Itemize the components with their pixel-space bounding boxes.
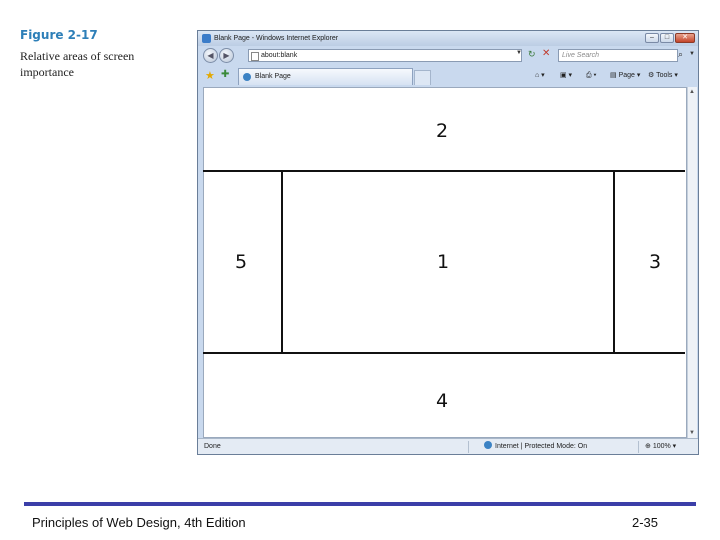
page-number: 2-35 bbox=[632, 515, 659, 530]
zone-line-right bbox=[613, 170, 615, 354]
new-tab-button[interactable] bbox=[414, 70, 431, 85]
window-title: Blank Page - Windows Internet Explorer bbox=[214, 35, 339, 42]
zoom-text: 100% bbox=[652, 443, 671, 450]
address-text: about:blank bbox=[261, 52, 298, 59]
feeds-icon[interactable]: ▣ ▾ bbox=[560, 70, 572, 81]
zone-left-number: 5 bbox=[235, 251, 248, 273]
search-icon[interactable]: ⌕ bbox=[678, 49, 683, 60]
page-menu-label: Page bbox=[618, 72, 635, 79]
scroll-up-icon[interactable]: ▲ bbox=[689, 89, 695, 95]
status-separator bbox=[638, 441, 639, 453]
status-bar: Done Internet | Protected Mode: On ⊕ 100… bbox=[198, 438, 698, 454]
zone-right-number: 3 bbox=[649, 251, 662, 273]
figure-label: Figure 2-17 bbox=[20, 28, 98, 42]
close-button[interactable]: ✕ bbox=[675, 33, 695, 43]
back-button[interactable]: ◀ bbox=[203, 48, 218, 63]
refresh-icon[interactable]: ↻ bbox=[528, 49, 536, 60]
tab-bar: ★ ✚ Blank Page ⌂ ▾ ▣ ▾ ⎙ ▾ ▤ Page ▾ ⚙ To… bbox=[198, 66, 698, 86]
forward-button[interactable]: ▶ bbox=[219, 48, 234, 63]
footer-title: Principles of Web Design, 4th Edition bbox=[32, 515, 246, 530]
page-menu[interactable]: ▤ Page ▾ bbox=[610, 70, 640, 81]
ie-logo-icon bbox=[202, 34, 211, 43]
tab-label: Blank Page bbox=[255, 73, 291, 80]
print-icon[interactable]: ⎙ ▾ bbox=[586, 70, 597, 81]
footer-rule bbox=[24, 502, 696, 506]
address-dropdown-icon[interactable]: ▼ bbox=[516, 50, 522, 56]
tab-blank-page[interactable]: Blank Page bbox=[238, 68, 413, 85]
search-dropdown-icon[interactable]: ▼ bbox=[689, 51, 695, 57]
home-icon[interactable]: ⌂ ▾ bbox=[535, 70, 545, 81]
status-separator bbox=[468, 441, 469, 453]
maximize-button[interactable]: □ bbox=[660, 33, 674, 43]
security-zone-text: Internet | Protected Mode: On bbox=[495, 443, 588, 450]
zone-bottom-number: 4 bbox=[436, 390, 449, 412]
add-favorites-icon[interactable]: ✚ bbox=[221, 69, 229, 80]
favorites-star-icon[interactable]: ★ bbox=[205, 69, 215, 82]
figure-caption: Relative areas of screen importance bbox=[20, 49, 135, 79]
page-icon bbox=[251, 52, 259, 61]
zone-line-left bbox=[281, 170, 283, 354]
zone-center-number: 1 bbox=[437, 251, 450, 273]
globe-icon bbox=[484, 441, 492, 449]
status-text: Done bbox=[204, 443, 221, 450]
tab-page-icon bbox=[243, 73, 251, 81]
address-field[interactable]: about:blank bbox=[248, 49, 522, 62]
stop-icon[interactable]: ✕ bbox=[542, 48, 550, 59]
security-zone[interactable]: Internet | Protected Mode: On bbox=[484, 439, 587, 454]
title-bar: Blank Page - Windows Internet Explorer –… bbox=[198, 31, 698, 46]
minimize-button[interactable]: – bbox=[645, 33, 659, 43]
zone-top-number: 2 bbox=[436, 120, 449, 142]
tools-menu[interactable]: ⚙ Tools ▾ bbox=[648, 70, 678, 81]
scroll-down-icon[interactable]: ▼ bbox=[689, 430, 695, 436]
tools-menu-label: Tools bbox=[656, 72, 673, 79]
vertical-scrollbar[interactable]: ▲ ▼ bbox=[687, 87, 697, 438]
address-bar-row: ◀ ▶ about:blank ▼ ↻ ✕ Live Search ⌕ ▼ bbox=[198, 46, 698, 66]
zoom-level[interactable]: ⊕ 100% ▾ bbox=[645, 439, 676, 454]
search-input[interactable]: Live Search bbox=[558, 49, 678, 62]
